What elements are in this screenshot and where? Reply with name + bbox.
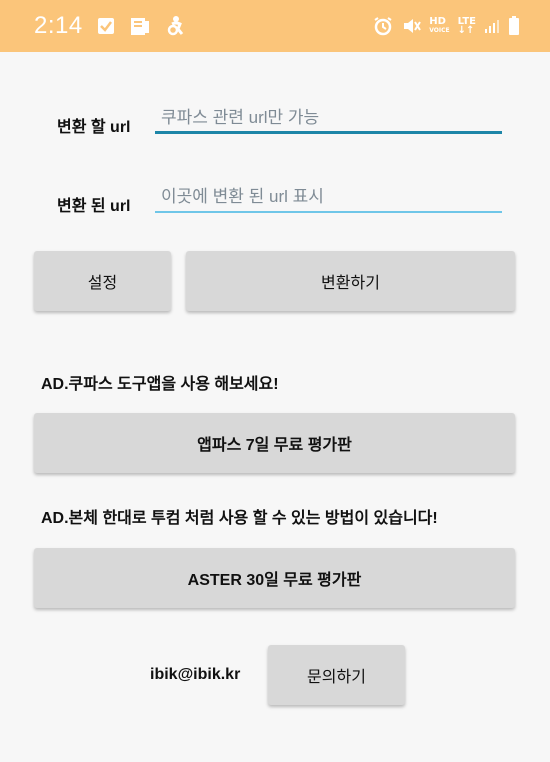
clipboard-icon [129,15,151,37]
status-time: 2:14 [34,12,83,39]
hd-icon: HD VOICE [429,17,449,35]
ad1-text: AD.쿠파스 도구앱을 사용 해보세요! [41,376,279,393]
convert-button[interactable]: 변환하기 [186,251,515,311]
ad2-button-label: ASTER 30일 무료 평가판 [187,572,362,589]
settings-button[interactable]: 설정 [34,251,171,311]
mute-icon [401,16,422,36]
settings-button-label: 설정 [87,275,118,292]
hd-sub-label: VOICE [429,27,450,34]
ad2-text: AD.본체 한대로 투컴 처럼 사용 할 수 있는 방법이 있습니다! [41,510,438,527]
result-url-input[interactable] [155,187,502,213]
source-url-input[interactable] [155,108,502,134]
result-url-label: 변환 된 url [57,198,131,215]
lte-icon: LTE ↓↑ [457,17,476,36]
inquiry-button-label: 문의하기 [307,669,366,686]
status-left: 2:14 [34,12,187,40]
source-url-label: 변환 할 url [57,119,131,136]
ad1-button[interactable]: 앱파스 7일 무료 평가판 [34,413,515,473]
checkbox-icon [97,17,115,35]
battery-icon [508,16,520,36]
status-right: HD VOICE LTE ↓↑ [373,16,520,36]
accessibility-icon [165,15,187,37]
hd-label: HD [429,16,446,27]
ad2-button[interactable]: ASTER 30일 무료 평가판 [34,548,515,608]
status-bar: 2:14 HD VOICE LTE ↓↑ [0,0,550,52]
alarm-icon [373,16,393,36]
lte-arrows-icon: ↓↑ [457,25,475,36]
ad1-button-label: 앱파스 7일 무료 평가판 [197,437,352,454]
signal-icon [484,18,500,34]
convert-button-label: 변환하기 [321,275,380,292]
inquiry-button[interactable]: 문의하기 [268,645,405,705]
contact-email: ibik@ibik.kr [150,666,241,683]
